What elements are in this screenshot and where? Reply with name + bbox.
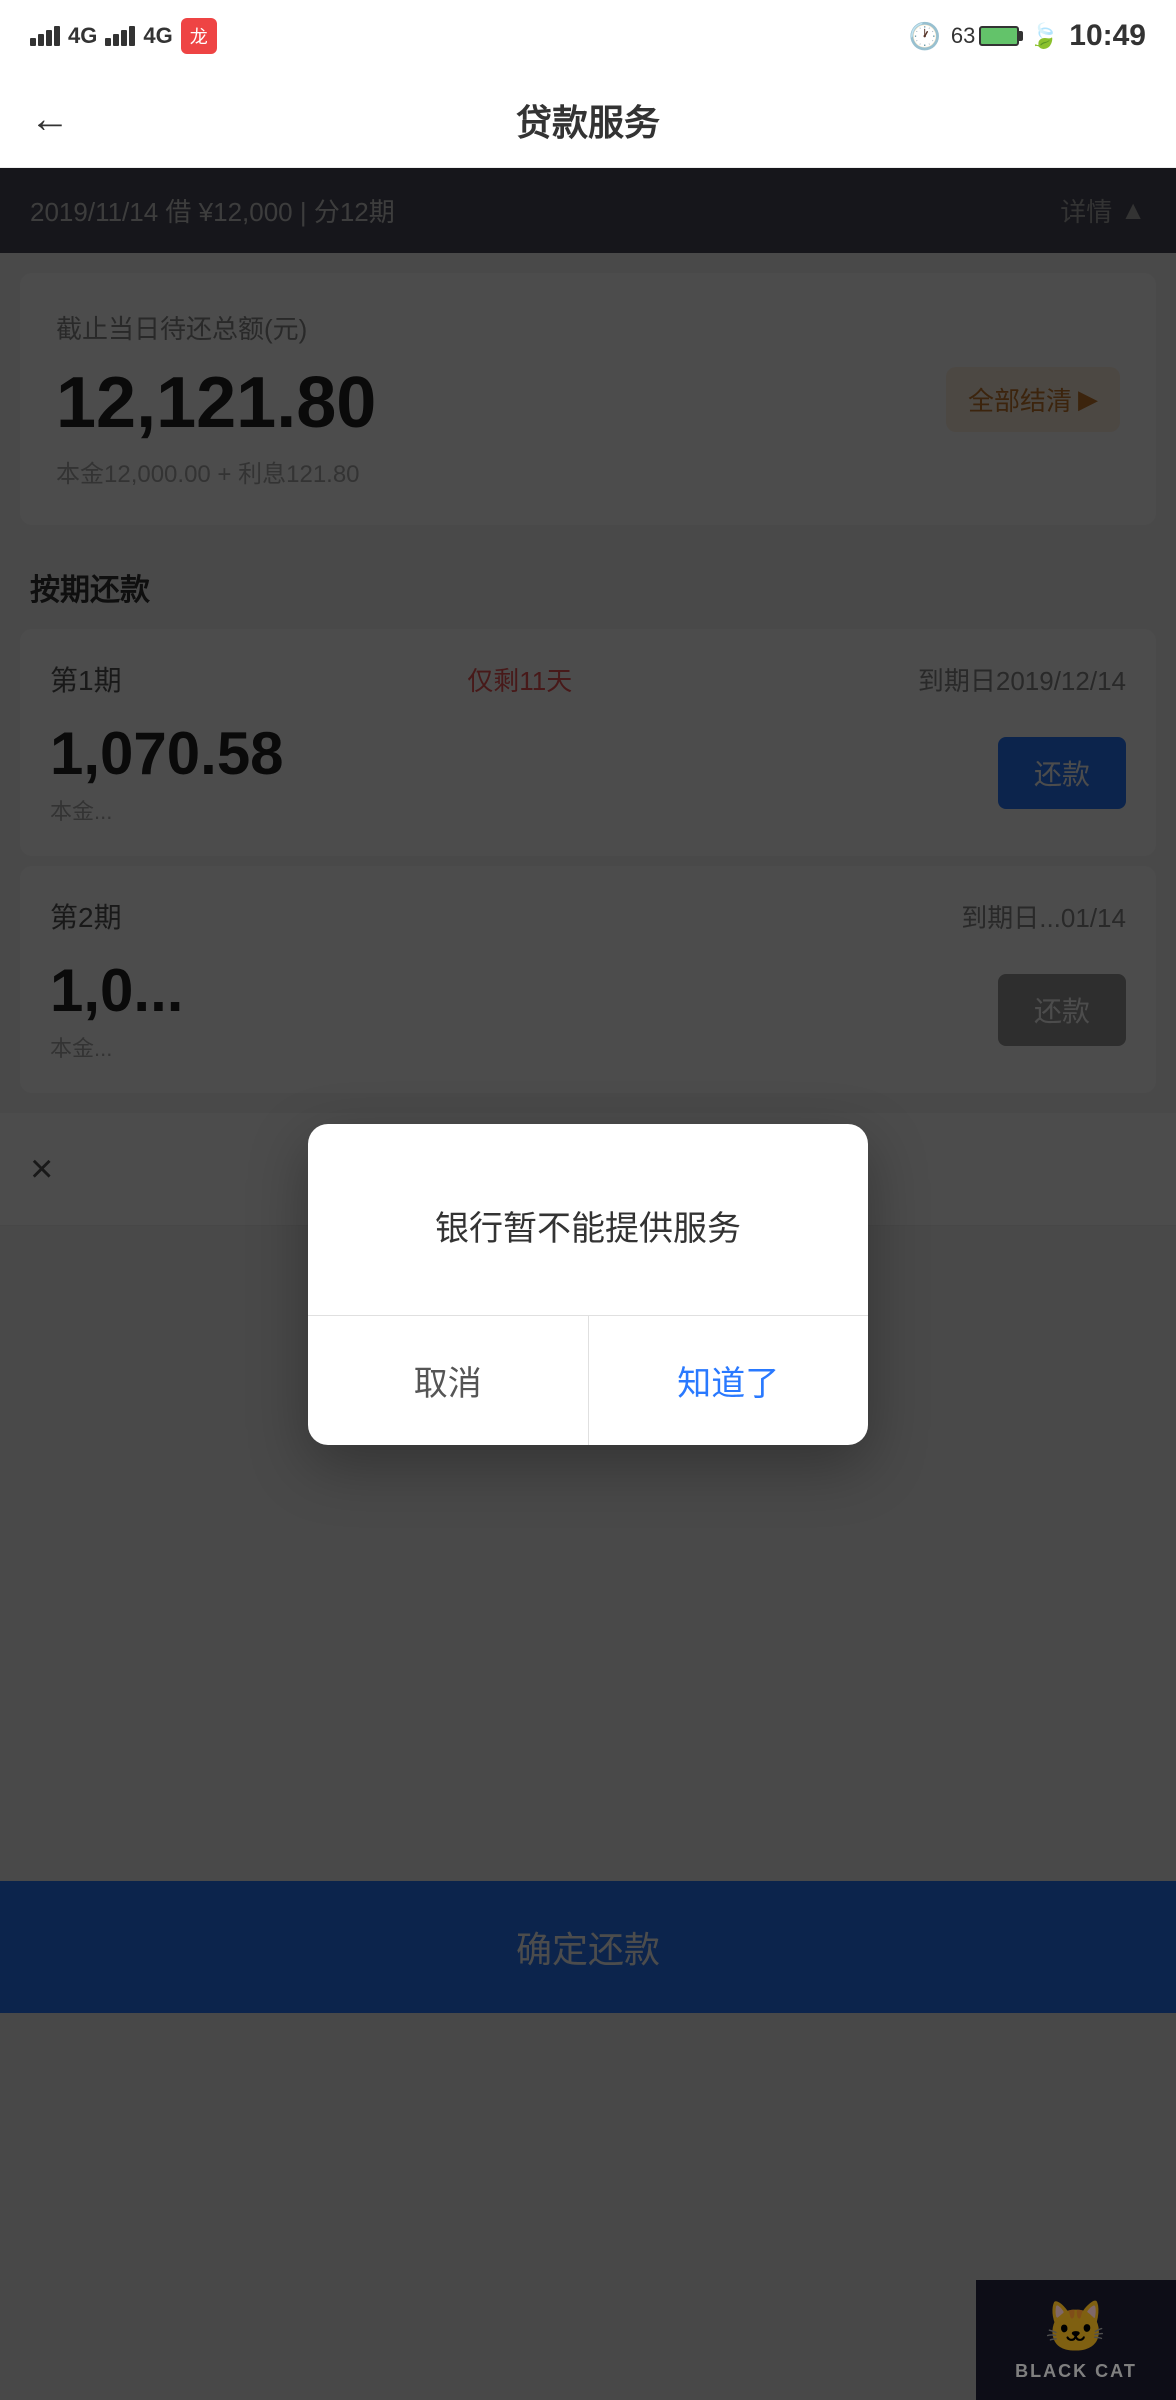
page-title: 贷款服务 [516, 94, 660, 146]
modal-overlay: 银行暂不能提供服务 取消 知道了 [0, 168, 1176, 2400]
back-button[interactable]: ← [30, 97, 70, 142]
dialog: 银行暂不能提供服务 取消 知道了 [308, 1124, 868, 1445]
dialog-cancel-button[interactable]: 取消 [308, 1316, 589, 1445]
dialog-message: 银行暂不能提供服务 [348, 1204, 828, 1255]
signal-icon-2 [105, 26, 135, 46]
dialog-body: 银行暂不能提供服务 [308, 1124, 868, 1315]
battery-indicator: 63 [951, 23, 1019, 49]
app-icon: 龙 [181, 18, 217, 54]
dialog-confirm-button[interactable]: 知道了 [589, 1316, 869, 1445]
alarm-icon: 🕐 [909, 21, 941, 52]
dialog-actions: 取消 知道了 [308, 1315, 868, 1445]
battery-level: 63 [951, 23, 975, 49]
leaf-icon: 🍃 [1029, 22, 1059, 51]
status-left: 4G 4G 龙 [30, 18, 217, 54]
top-nav: ← 贷款服务 [0, 72, 1176, 168]
status-right: 🕐 63 🍃 10:49 [909, 19, 1146, 53]
background-content: 2019/11/14 借 ¥12,000 | 分12期 详情 ▲ 截止当日待还总… [0, 168, 1176, 2400]
status-bar: 4G 4G 龙 🕐 63 🍃 10:49 [0, 0, 1176, 72]
signal-icon-1 [30, 26, 60, 46]
network-type-2: 4G [143, 23, 172, 49]
time-display: 10:49 [1069, 19, 1146, 53]
network-type-1: 4G [68, 23, 97, 49]
